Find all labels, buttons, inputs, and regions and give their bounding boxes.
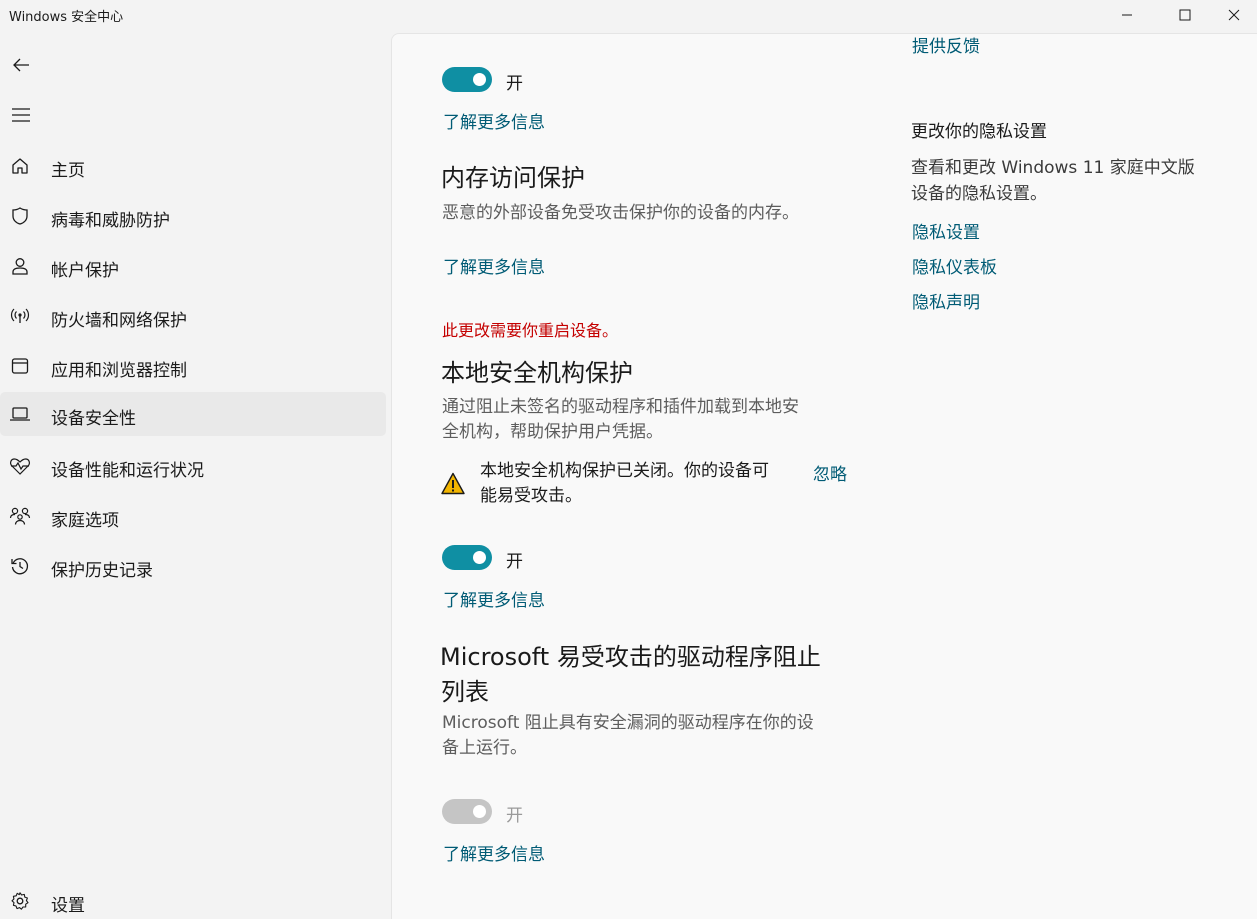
sidebar-item-label: 保护历史记录	[51, 561, 153, 581]
back-button[interactable]	[4, 48, 38, 82]
lsa-learn-more-link[interactable]: 了解更多信息	[443, 586, 545, 611]
window-title: Windows 安全中心	[9, 10, 124, 25]
lsa-warning-line1: 本地安全机构保护已关闭。你的设备可	[480, 461, 769, 481]
hamburger-menu-button[interactable]	[4, 98, 38, 132]
person-icon	[9, 255, 31, 277]
maximize-button[interactable]	[1162, 0, 1208, 30]
driver-blocklist-toggle[interactable]	[442, 799, 492, 824]
privacy-dashboard-link[interactable]: 隐私仪表板	[912, 253, 997, 278]
memory-protection-learn-more-link[interactable]: 了解更多信息	[443, 253, 545, 278]
sidebar-item-label: 家庭选项	[51, 511, 119, 531]
lsa-description-line2: 全机构，帮助保护用户凭据。	[442, 422, 663, 442]
history-icon	[9, 555, 31, 577]
driver-blocklist-title-line2: 列表	[441, 678, 489, 706]
shield-icon	[9, 205, 31, 227]
gear-icon	[9, 890, 31, 912]
driver-blocklist-description-line1: Microsoft 阻止具有安全漏洞的驱动程序在你的设	[442, 713, 814, 733]
sidebar-item-firewall[interactable]: 防火墙和网络保护	[0, 294, 386, 338]
restart-required-notice: 此更改需要你重启设备。	[442, 321, 619, 340]
sidebar-item-label: 帐户保护	[51, 261, 119, 281]
sidebar-item-family-options[interactable]: 家庭选项	[0, 494, 386, 538]
sidebar-item-label: 应用和浏览器控制	[51, 361, 187, 381]
lsa-protection-toggle[interactable]	[442, 545, 492, 570]
driver-blocklist-title-line1: Microsoft 易受攻击的驱动程序阻止	[440, 643, 821, 671]
minimize-button[interactable]	[1104, 0, 1150, 30]
driver-blocklist-description-line2: 备上运行。	[442, 738, 527, 758]
title-bar: Windows 安全中心	[0, 0, 1257, 30]
family-icon	[9, 505, 31, 527]
top-section-learn-more-link[interactable]: 了解更多信息	[443, 108, 545, 133]
sidebar-item-protection-history[interactable]: 保护历史记录	[0, 544, 386, 588]
lsa-protection-title: 本地安全机构保护	[441, 359, 633, 387]
sidebar-item-app-browser-control[interactable]: 应用和浏览器控制	[0, 344, 386, 388]
privacy-description-line1: 查看和更改 Windows 11 家庭中文版	[911, 158, 1195, 178]
privacy-settings-link[interactable]: 隐私设置	[912, 218, 980, 243]
sidebar-item-account-protection[interactable]: 帐户保护	[0, 244, 386, 288]
driver-blocklist-learn-more-link[interactable]: 了解更多信息	[443, 840, 545, 865]
lsa-toggle-label: 开	[506, 552, 523, 572]
memory-protection-title: 内存访问保护	[441, 164, 585, 192]
minimize-icon	[1122, 14, 1132, 16]
hamburger-icon	[12, 108, 30, 122]
laptop-icon	[9, 403, 31, 425]
sidebar-item-label: 设备性能和运行状况	[51, 461, 204, 481]
lsa-description-line1: 通过阻止未签名的驱动程序和插件加载到本地安	[442, 397, 799, 417]
feedback-link[interactable]: 提供反馈	[912, 32, 980, 57]
heartbeat-icon	[9, 455, 31, 477]
close-icon	[1228, 9, 1240, 21]
antenna-icon	[9, 305, 31, 327]
window: Windows 安全中心 主页 病毒和威胁防护 帐户保护 防火墙和网络保护 应用…	[0, 0, 1257, 919]
maximize-icon	[1179, 9, 1191, 21]
privacy-heading: 更改你的隐私设置	[911, 122, 1047, 142]
warning-icon	[441, 472, 465, 495]
sidebar-item-virus-protection[interactable]: 病毒和威胁防护	[0, 194, 386, 238]
sidebar-item-settings[interactable]: 设置	[0, 879, 386, 919]
close-button[interactable]	[1211, 0, 1257, 30]
privacy-statement-link[interactable]: 隐私声明	[912, 288, 980, 313]
sidebar-item-label: 设备安全性	[51, 409, 136, 429]
dismiss-warning-link[interactable]: 忽略	[813, 460, 847, 485]
home-icon	[9, 155, 31, 177]
back-arrow-icon	[13, 58, 29, 72]
settings-label: 设置	[51, 896, 85, 916]
top-section-toggle[interactable]	[442, 67, 492, 92]
app-window-icon	[9, 355, 31, 377]
top-section-toggle-label: 开	[506, 74, 523, 94]
lsa-warning-line2: 能易受攻击。	[480, 486, 582, 506]
memory-protection-description: 恶意的外部设备免受攻击保护你的设备的内存。	[442, 203, 799, 223]
privacy-description-line2: 设备的隐私设置。	[911, 184, 1047, 204]
sidebar-item-device-security[interactable]: 设备安全性	[0, 392, 386, 436]
sidebar-item-label: 主页	[51, 161, 85, 181]
sidebar-item-home[interactable]: 主页	[0, 144, 386, 188]
driver-blocklist-toggle-label: 开	[506, 806, 523, 826]
sidebar-item-device-performance[interactable]: 设备性能和运行状况	[0, 444, 386, 488]
sidebar-item-label: 病毒和威胁防护	[51, 211, 170, 231]
sidebar-item-label: 防火墙和网络保护	[51, 311, 187, 331]
